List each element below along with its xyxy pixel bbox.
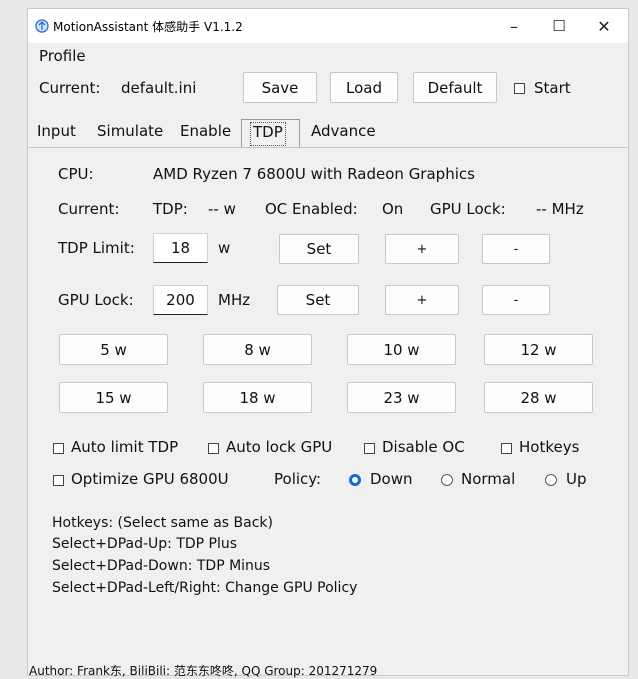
gpu-lock-status-value: -- MHz [536, 200, 584, 218]
auto-lock-gpu-checkbox[interactable] [208, 443, 219, 454]
auto-limit-tdp-label: Auto limit TDP [71, 438, 179, 456]
tdp-limit-label: TDP Limit: [58, 239, 135, 257]
optimize-gpu-label: Optimize GPU 6800U [71, 470, 229, 488]
auto-limit-tdp-checkbox[interactable] [53, 443, 64, 454]
policy-up-radio[interactable] [545, 474, 557, 486]
tdp-limit-unit: w [218, 239, 231, 257]
preset-15w-button[interactable]: 15 w [59, 382, 168, 413]
window-title: MotionAssistant 体感助手 V1.1.2 [53, 20, 243, 34]
default-button[interactable]: Default [413, 72, 497, 103]
policy-down-radio[interactable] [349, 474, 361, 486]
policy-label: Policy: [274, 470, 322, 488]
gpu-lock-input[interactable]: 200 [153, 285, 208, 315]
policy-up-label: Up [566, 470, 587, 488]
preset-5w-button[interactable]: 5 w [59, 334, 168, 365]
start-checkbox[interactable] [514, 83, 525, 94]
app-logo-icon [35, 19, 49, 33]
current-profile-label: Current: [39, 79, 101, 97]
disable-oc-label: Disable OC [382, 438, 465, 456]
tab-advance[interactable]: Advance [311, 122, 376, 144]
minimize-button[interactable]: – [494, 9, 534, 43]
policy-normal-radio[interactable] [441, 474, 453, 486]
profile-group-label: Profile [39, 47, 86, 65]
tab-tdp[interactable]: TDP [250, 122, 286, 146]
gpu-lock-label: GPU Lock: [58, 291, 134, 309]
tdp-limit-input[interactable]: 18 [153, 233, 208, 263]
preset-23w-button[interactable]: 23 w [347, 382, 456, 413]
current-status-label: Current: [58, 200, 120, 218]
gpu-lock-unit: MHz [218, 291, 251, 309]
policy-down-label: Down [370, 470, 413, 488]
hotkeys-help-line-4: Select+DPad-Left/Right: Change GPU Polic… [52, 580, 358, 596]
preset-8w-button[interactable]: 8 w [203, 334, 312, 365]
policy-normal-label: Normal [461, 470, 516, 488]
close-button[interactable]: ✕ [584, 9, 624, 43]
tab-simulate[interactable]: Simulate [97, 122, 163, 144]
gpu-lock-status-label: GPU Lock: [430, 200, 506, 218]
load-button[interactable]: Load [330, 72, 398, 103]
gpu-set-button[interactable]: Set [277, 285, 359, 315]
cpu-label: CPU: [58, 165, 94, 183]
app-window: MotionAssistant 体感助手 V1.1.2 – ☐ ✕ Profil… [27, 8, 629, 678]
tdp-minus-button[interactable]: - [482, 234, 550, 264]
maximize-button[interactable]: ☐ [539, 9, 579, 43]
current-profile-value: default.ini [121, 79, 197, 97]
title-bar: MotionAssistant 体感助手 V1.1.2 – ☐ ✕ [28, 9, 628, 43]
oc-enabled-value: On [382, 200, 404, 218]
disable-oc-checkbox[interactable] [364, 443, 375, 454]
tdp-status-value: -- w [208, 200, 236, 218]
preset-18w-button[interactable]: 18 w [203, 382, 312, 413]
hotkeys-checkbox[interactable] [501, 443, 512, 454]
start-label: Start [534, 79, 571, 97]
cpu-value: AMD Ryzen 7 6800U with Radeon Graphics [153, 165, 475, 183]
tab-enable[interactable]: Enable [180, 122, 231, 144]
hotkeys-help-line-1: Hotkeys: (Select same as Back) [52, 515, 273, 531]
tdp-status-label: TDP: [153, 200, 188, 218]
gpu-plus-button[interactable]: + [385, 285, 459, 315]
hotkeys-help-line-3: Select+DPad-Down: TDP Minus [52, 558, 271, 574]
preset-10w-button[interactable]: 10 w [347, 334, 456, 365]
tdp-set-button[interactable]: Set [279, 234, 359, 264]
save-button[interactable]: Save [243, 72, 317, 103]
oc-enabled-label: OC Enabled: [265, 200, 358, 218]
preset-28w-button[interactable]: 28 w [484, 382, 593, 413]
tdp-plus-button[interactable]: + [385, 234, 459, 264]
auto-lock-gpu-label: Auto lock GPU [226, 438, 333, 456]
hotkeys-label: Hotkeys [519, 438, 580, 456]
optimize-gpu-checkbox[interactable] [53, 475, 64, 486]
tab-input[interactable]: Input [37, 122, 76, 144]
preset-12w-button[interactable]: 12 w [484, 334, 593, 365]
hotkeys-help-line-2: Select+DPad-Up: TDP Plus [52, 536, 238, 552]
footer-credits: Author: Frank东, BiliBili: 范东东咚咚, QQ Grou… [29, 664, 378, 678]
gpu-minus-button[interactable]: - [482, 285, 550, 315]
